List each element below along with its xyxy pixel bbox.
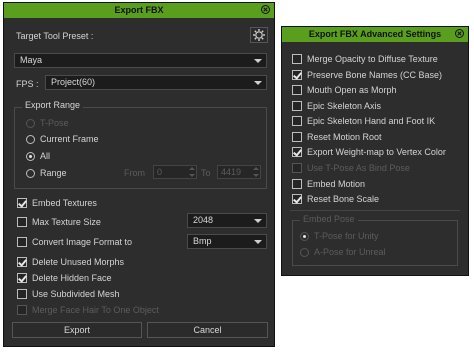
reset-motion-root-checkbox[interactable] (292, 132, 302, 142)
delete-hidden-face-checkbox[interactable] (17, 273, 27, 283)
advanced-settings-title-bar: Export FBX Advanced Settings (282, 27, 468, 42)
preset-dropdown[interactable]: Maya (14, 53, 267, 68)
epic-skeleton-ik-checkbox[interactable] (292, 116, 302, 126)
radio-t-pose-unity[interactable] (300, 232, 309, 241)
fps-dropdown[interactable]: Project(60) (45, 75, 267, 90)
merge-opacity-checkbox[interactable] (292, 54, 302, 64)
max-texture-size-dropdown[interactable]: 2048 (187, 213, 267, 228)
export-weight-map-label: Export Weight-map to Vertex Color (307, 147, 446, 157)
chevron-down-icon (254, 219, 262, 223)
merge-face-hair-label: Merge Face Hair To One Object (32, 305, 159, 315)
spin-arrows-icon (189, 167, 195, 177)
use-subdivided-mesh-checkbox[interactable] (17, 289, 27, 299)
radio-t-pose-unity-label: T-Pose for Unity (314, 231, 379, 241)
convert-image-format-checkbox[interactable] (17, 237, 27, 247)
t-pose-bind-pose-label: Use T-Pose As Bind Pose (307, 163, 410, 173)
cancel-button[interactable]: Cancel (147, 322, 268, 338)
radio-current-frame[interactable] (26, 135, 35, 144)
fps-value: Project(60) (51, 77, 96, 87)
reset-bone-scale-label: Reset Bone Scale (307, 194, 380, 204)
divider (290, 210, 460, 211)
export-button[interactable]: Export (12, 322, 142, 338)
mouth-open-morph-label: Mouth Open as Morph (307, 85, 397, 95)
close-icon[interactable] (455, 29, 464, 38)
to-spinbox[interactable]: 4419 (217, 165, 261, 179)
chevron-down-icon (254, 240, 262, 244)
convert-image-format-label: Convert Image Format to (32, 237, 133, 247)
gear-icon (253, 29, 265, 41)
reset-motion-root-label: Reset Motion Root (307, 132, 382, 142)
export-fbx-title-bar: Export FBX (4, 3, 274, 18)
radio-all[interactable] (26, 152, 35, 161)
export-weight-map-checkbox[interactable] (292, 147, 302, 157)
radio-range[interactable] (26, 169, 35, 178)
use-subdivided-mesh-label: Use Subdivided Mesh (32, 289, 120, 299)
target-tool-preset-label: Target Tool Preset : (16, 31, 94, 41)
image-format-value: Bmp (193, 236, 212, 246)
embed-motion-checkbox[interactable] (292, 179, 302, 189)
embed-pose-group (292, 220, 458, 266)
export-range-title: Export Range (22, 100, 84, 110)
spin-arrows-icon (253, 167, 259, 177)
embed-textures-label: Embed Textures (32, 198, 97, 208)
radio-t-pose-label: T-Pose (40, 118, 69, 128)
radio-all-label: All (40, 151, 51, 161)
chevron-down-icon (254, 59, 262, 63)
t-pose-bind-pose-checkbox[interactable] (292, 163, 302, 173)
max-texture-size-checkbox[interactable] (17, 217, 27, 227)
epic-skeleton-axis-label: Epic Skeleton Axis (307, 101, 382, 111)
embed-textures-checkbox[interactable] (17, 198, 27, 208)
preserve-bone-names-checkbox[interactable] (292, 70, 302, 80)
to-label: To (201, 168, 211, 178)
advanced-settings-dialog: Export FBX Advanced Settings Merge Opaci… (281, 26, 469, 276)
to-value: 4419 (221, 167, 242, 177)
fps-label: FPS : (16, 79, 39, 89)
from-value: 0 (157, 167, 163, 177)
export-fbx-title: Export FBX (114, 5, 164, 15)
delete-unused-morphs-label: Delete Unused Morphs (32, 257, 125, 267)
radio-t-pose[interactable] (26, 119, 35, 128)
export-fbx-dialog: Export FBX Target Tool Preset : Maya FPS… (3, 2, 275, 347)
embed-motion-label: Embed Motion (307, 179, 366, 189)
merge-opacity-label: Merge Opacity to Diffuse Texture (307, 54, 438, 64)
radio-current-frame-label: Current Frame (40, 134, 99, 144)
preset-value: Maya (20, 55, 43, 65)
from-label: From (124, 168, 145, 178)
delete-hidden-face-label: Delete Hidden Face (32, 273, 112, 283)
epic-skeleton-axis-checkbox[interactable] (292, 101, 302, 111)
radio-a-pose-unreal-label: A-Pose for Unreal (314, 247, 386, 257)
embed-pose-title: Embed Pose (300, 214, 358, 224)
radio-range-label: Range (40, 168, 67, 178)
image-format-dropdown[interactable]: Bmp (187, 234, 267, 249)
chevron-down-icon (254, 81, 262, 85)
epic-skeleton-ik-label: Epic Skeleton Hand and Foot IK (307, 116, 436, 126)
from-spinbox[interactable]: 0 (153, 165, 197, 179)
preserve-bone-names-label: Preserve Bone Names (CC Base) (307, 70, 443, 80)
close-icon[interactable] (261, 5, 270, 14)
delete-unused-morphs-checkbox[interactable] (17, 257, 27, 267)
max-texture-size-label: Max Texture Size (32, 217, 101, 227)
merge-face-hair-checkbox[interactable] (17, 305, 27, 315)
radio-a-pose-unreal[interactable] (300, 248, 309, 257)
advanced-settings-title: Export FBX Advanced Settings (308, 29, 442, 39)
preset-settings-button[interactable] (250, 27, 268, 43)
mouth-open-morph-checkbox[interactable] (292, 85, 302, 95)
max-texture-size-value: 2048 (193, 215, 214, 225)
reset-bone-scale-checkbox[interactable] (292, 194, 302, 204)
